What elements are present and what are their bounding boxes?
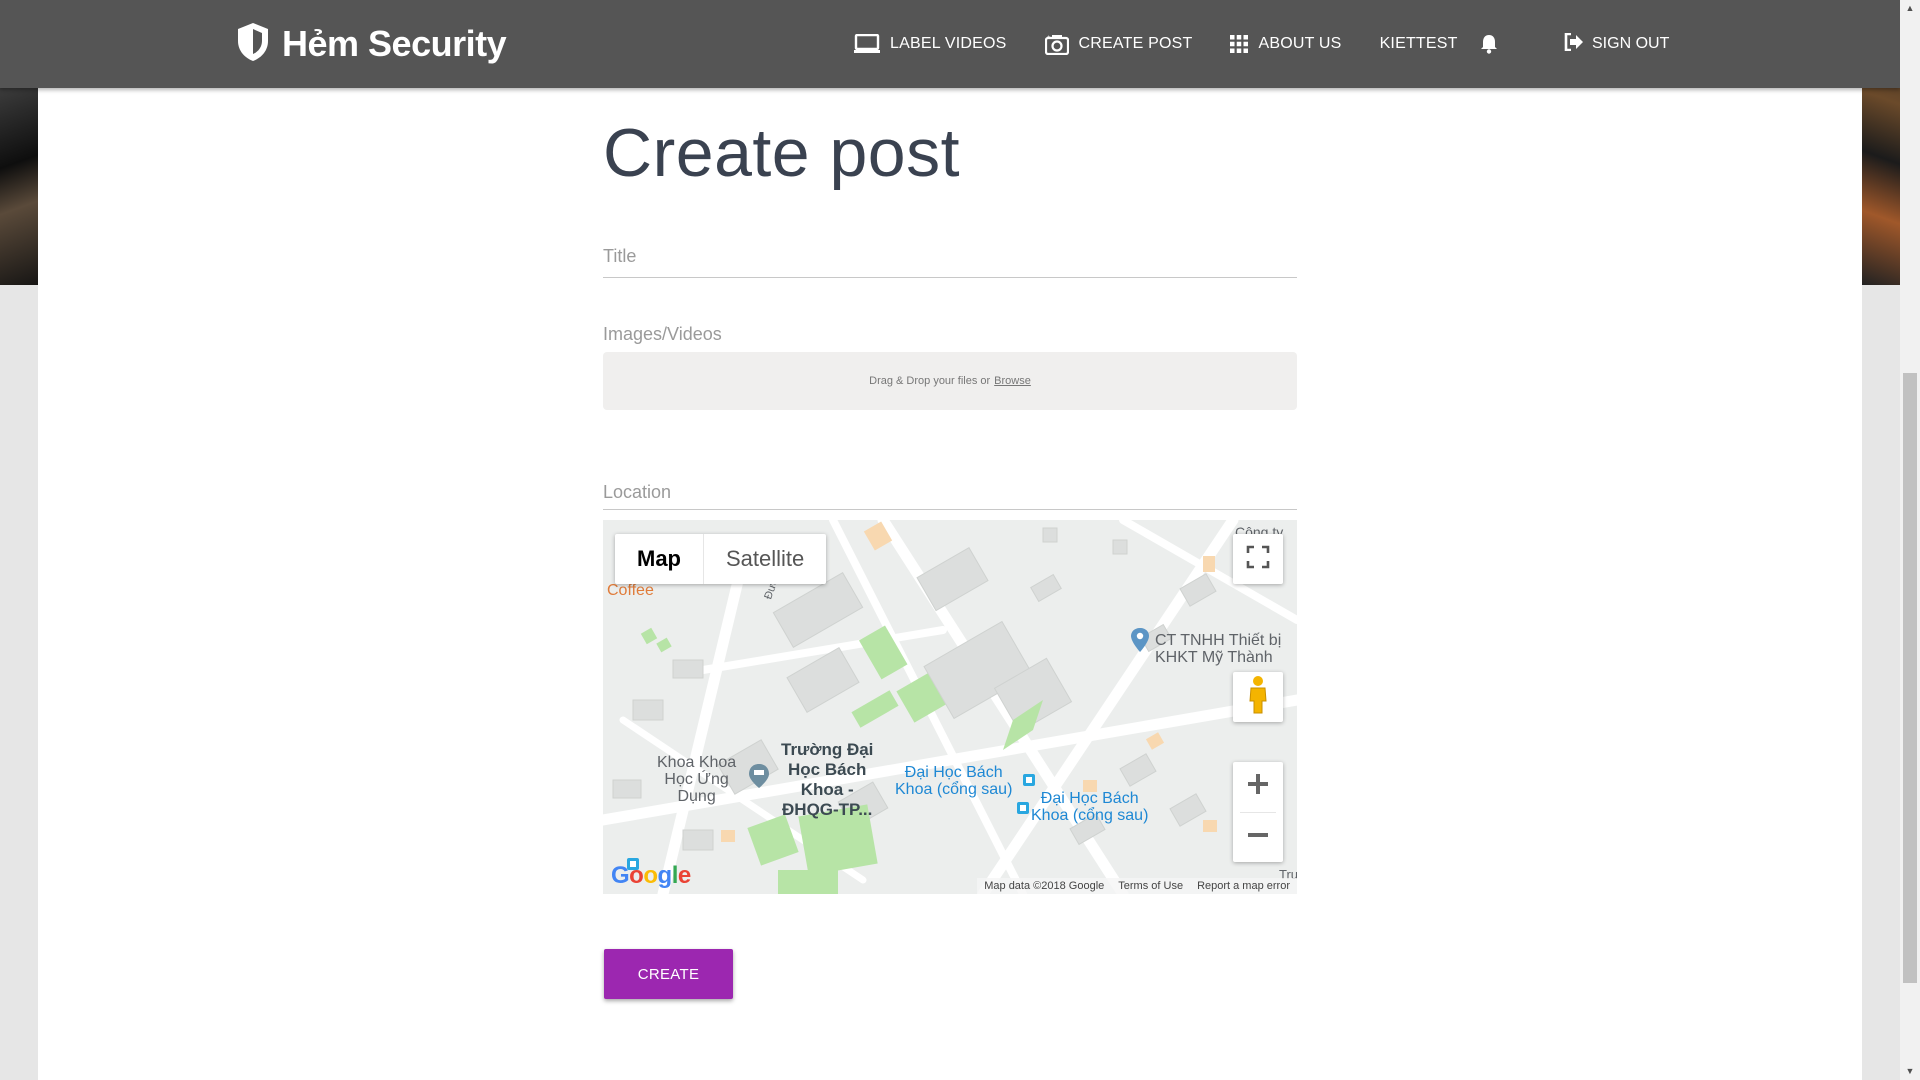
map-label-company-line2: KHKT Mỹ Thành bbox=[1155, 649, 1273, 666]
nav-item-label-videos[interactable]: LABEL VIDEOS bbox=[854, 34, 1007, 54]
scroll-down-arrow-icon[interactable]: ▼ bbox=[1900, 1063, 1920, 1080]
map-label-bus-stop-2: Đại Học Bách Khoa (cổng sau) bbox=[1031, 790, 1148, 824]
laptop-icon bbox=[854, 34, 880, 54]
grid-icon bbox=[1230, 35, 1249, 53]
google-logo[interactable]: Google bbox=[611, 862, 691, 890]
map-street-view-button[interactable] bbox=[1233, 672, 1283, 722]
map-label-bus-stop-2-line2: Khoa (cổng sau) bbox=[1031, 807, 1149, 824]
title-input[interactable] bbox=[603, 236, 1297, 277]
page-scrollbar[interactable]: ▲ ▼ bbox=[1900, 0, 1920, 1080]
minus-icon bbox=[1247, 824, 1269, 851]
nav-item-about-us[interactable]: ABOUT US bbox=[1230, 35, 1341, 53]
map-fullscreen-button[interactable] bbox=[1233, 534, 1283, 584]
map-label-university: Trường Đại Học Bách Khoa - ĐHQG-TP... bbox=[781, 740, 873, 820]
map-type-satellite-button[interactable]: Satellite bbox=[704, 534, 826, 584]
map-label-university-line2: Học Bách bbox=[787, 760, 867, 779]
map-label-faculty-line2: Học Ứng bbox=[664, 771, 729, 788]
top-navbar: Hẻm Security LABEL VIDEOS + CREATE POST bbox=[0, 0, 1900, 88]
location-map[interactable]: Coffee Công ty Đườ CT TNHH Thiết bị KHKT… bbox=[603, 520, 1297, 894]
camera-icon: + bbox=[1044, 33, 1069, 55]
location-field bbox=[603, 476, 1297, 510]
signout-icon bbox=[1564, 32, 1584, 56]
map-label-bus-stop-1: Đại Học Bách Khoa (cổng sau) bbox=[895, 764, 1012, 798]
create-button[interactable]: CREATE bbox=[604, 949, 733, 999]
map-terms-link[interactable]: Terms of Use bbox=[1111, 878, 1190, 894]
nav-item-user[interactable]: KIETTEST bbox=[1380, 34, 1498, 54]
brand-name: Hẻm Security bbox=[282, 23, 507, 64]
file-dropzone[interactable]: Drag & Drop your files or Browse bbox=[603, 352, 1297, 410]
map-attribution: Map data ©2018 Google Terms of Use Repor… bbox=[977, 878, 1297, 894]
map-label-university-line3: Khoa - bbox=[800, 780, 854, 799]
signout-button[interactable]: SIGN OUT bbox=[1564, 0, 1669, 88]
dropzone-text: Drag & Drop your files or bbox=[869, 375, 991, 387]
map-label-company-line1: CT TNHH Thiết bị bbox=[1155, 632, 1282, 649]
plus-icon bbox=[1247, 773, 1269, 800]
map-label-faculty-line3: Dụng bbox=[677, 788, 716, 805]
brand-link[interactable]: Hẻm Security bbox=[236, 20, 507, 68]
fullscreen-icon bbox=[1246, 545, 1270, 574]
map-label-university-line4: ĐHQG-TP... bbox=[782, 800, 873, 819]
location-input[interactable] bbox=[603, 476, 1297, 509]
map-label-faculty-line1: Khoa Khoa bbox=[657, 754, 737, 771]
map-report-link[interactable]: Report a map error bbox=[1190, 878, 1297, 894]
map-zoom-control bbox=[1233, 762, 1283, 862]
map-label-coffee: Coffee bbox=[607, 582, 654, 599]
map-type-control: Map Satellite bbox=[615, 534, 827, 584]
map-label-bus-stop-1-line2: Khoa (cổng sau) bbox=[895, 781, 1013, 798]
nav-menu: LABEL VIDEOS + CREATE POST ABOUT US KIET… bbox=[854, 0, 1536, 88]
signout-label: SIGN OUT bbox=[1592, 35, 1670, 52]
nav-item-label: ABOUT US bbox=[1258, 35, 1342, 52]
map-data-credit: Map data ©2018 Google bbox=[984, 880, 1105, 892]
scroll-thumb[interactable] bbox=[1903, 373, 1917, 983]
scroll-up-arrow-icon[interactable]: ▲ bbox=[1900, 0, 1920, 17]
shield-icon bbox=[236, 22, 270, 67]
images-label: Images/Videos bbox=[603, 324, 722, 344]
map-label-university-line1: Trường Đại bbox=[781, 740, 874, 759]
title-field bbox=[603, 236, 1297, 278]
zoom-in-button[interactable] bbox=[1233, 762, 1283, 812]
map-label-bus-stop-2-line1: Đại Học Bách bbox=[1040, 790, 1139, 807]
map-type-map-button[interactable]: Map bbox=[615, 534, 704, 584]
nav-item-label: LABEL VIDEOS bbox=[890, 35, 1007, 52]
browse-link[interactable]: Browse bbox=[994, 375, 1031, 387]
nav-item-create-post[interactable]: + CREATE POST bbox=[1044, 33, 1193, 55]
bell-icon[interactable] bbox=[1480, 34, 1498, 54]
map-label-bus-stop-1-line1: Đại Học Bách bbox=[904, 764, 1003, 781]
pegman-icon bbox=[1247, 675, 1269, 720]
zoom-out-button[interactable] bbox=[1233, 812, 1283, 862]
nav-item-label: CREATE POST bbox=[1078, 35, 1193, 52]
map-label-faculty: Khoa Khoa Học Ứng Dụng bbox=[657, 754, 736, 805]
nav-item-label: KIETTEST bbox=[1379, 35, 1458, 52]
svg-text:+: + bbox=[1047, 35, 1051, 41]
map-label-company: CT TNHH Thiết bị KHKT Mỹ Thành bbox=[1155, 632, 1281, 666]
page-title: Create post bbox=[603, 115, 961, 191]
